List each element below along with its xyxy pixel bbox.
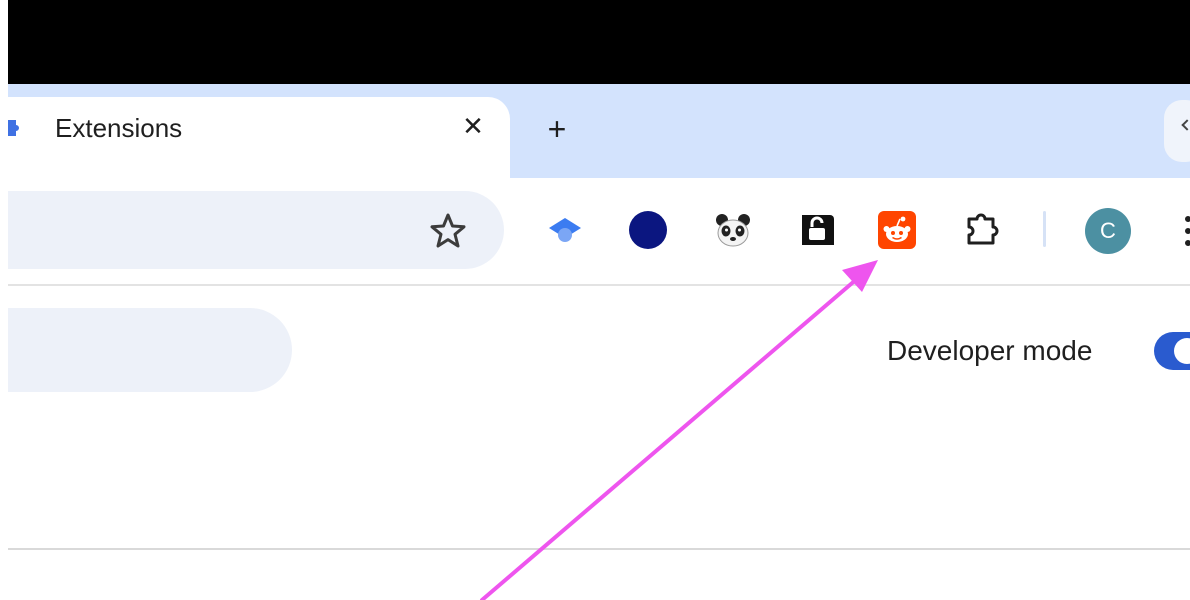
extensions-search-field[interactable] [8, 308, 292, 392]
developer-mode-label: Developer mode [887, 335, 1093, 366]
window-top-bar [0, 0, 1190, 84]
reddit-extension-icon[interactable] [878, 211, 916, 249]
toolbar-divider [8, 284, 1190, 286]
extensions-menu-button[interactable] [963, 211, 1001, 249]
panda-extension-icon[interactable] [714, 211, 752, 249]
panda-icon [716, 214, 750, 247]
close-tab-button[interactable]: ✕ [458, 109, 488, 143]
left-edge-margin [0, 0, 8, 600]
toggle-knob [1174, 338, 1190, 364]
toolbar-separator [1043, 211, 1046, 247]
reddit-icon [878, 211, 916, 249]
puzzle-tab-icon [8, 120, 19, 136]
profile-avatar[interactable]: C [1085, 208, 1131, 254]
circle-icon [629, 211, 667, 249]
content-divider [8, 548, 1190, 550]
lock-extension-icon[interactable] [798, 211, 836, 249]
tab-extensions[interactable]: Extensions ✕ [8, 97, 510, 178]
puzzle-icon [967, 213, 999, 245]
tab-search-button[interactable] [1164, 100, 1190, 162]
tab-title: Extensions [55, 113, 183, 143]
developer-mode-toggle[interactable] [1154, 332, 1190, 370]
lock-icon [802, 215, 834, 245]
graduation-cap-icon [549, 218, 581, 242]
graduation-cap-extension-icon[interactable] [546, 211, 584, 249]
new-tab-button[interactable]: + [542, 111, 572, 147]
navy-circle-extension-icon[interactable] [629, 211, 667, 249]
kebab-menu-icon[interactable] [1182, 213, 1190, 249]
bookmark-star-icon[interactable] [428, 211, 468, 251]
